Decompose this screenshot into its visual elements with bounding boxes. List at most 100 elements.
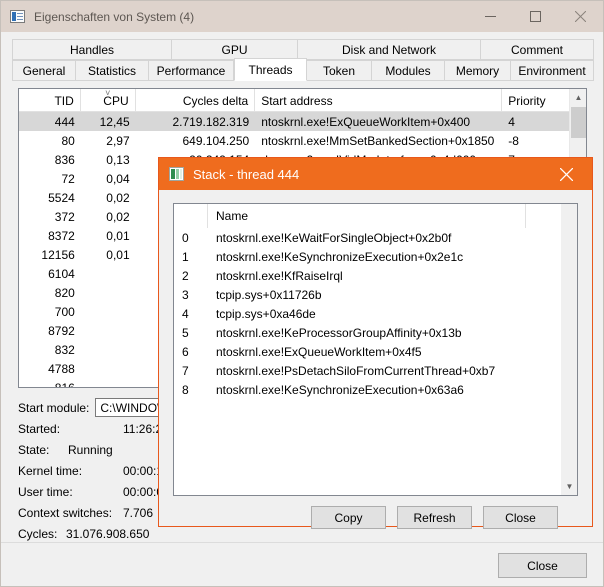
stack-frame-index: 2	[182, 268, 189, 283]
kernel-time-label: Kernel time:	[18, 463, 83, 478]
cell-tid: 444	[54, 114, 75, 129]
close-button[interactable]: Close	[498, 553, 587, 578]
tab-row-lower: General Statistics Performance Threads T…	[12, 58, 594, 81]
tab-environment[interactable]: Environment	[511, 60, 594, 81]
table-row[interactable]: 80 2,97 649.104.250 ntoskrnl.exe!MmSetBanke…	[19, 131, 586, 150]
stack-frame-row[interactable]: 6 ntoskrnl.exe!ExQueueWorkItem+0x4f5	[174, 342, 576, 361]
tab-token[interactable]: Token	[307, 60, 372, 81]
cell-tid: 372	[54, 209, 75, 224]
stack-frame-name: ntoskrnl.exe!ExQueueWorkItem+0x4f5	[216, 344, 422, 359]
dialog-close-button[interactable]: Close	[483, 506, 558, 529]
window-controls	[468, 1, 603, 32]
cell-tid: 72	[61, 171, 75, 186]
tab-strip: Handles GPU Disk and Network Comment Gen…	[12, 39, 594, 81]
state-label: State:	[18, 442, 50, 457]
user-time-label: User time:	[18, 484, 73, 499]
stack-frame-name: ntoskrnl.exe!KeWaitForSingleObject+0x2b0…	[216, 230, 452, 245]
stack-list-body: 0 ntoskrnl.exe!KeWaitForSingleObject+0x2b…	[174, 228, 576, 399]
cell-cpu: 12,45	[99, 114, 130, 129]
stack-frame-row[interactable]: 8 ntoskrnl.exe!KeSynchronizeExecution+0x6…	[174, 380, 576, 399]
cell-tid: 700	[54, 304, 75, 319]
stack-frame-row[interactable]: 1 ntoskrnl.exe!KeSynchronizeExecution+0x2…	[174, 247, 576, 266]
cell-tid: 8792	[48, 323, 75, 338]
minimize-button[interactable]	[468, 1, 513, 32]
stack-frame-row[interactable]: 5 ntoskrnl.exe!KeProcessorGroupAffinity+0…	[174, 323, 576, 342]
stack-list-header: Name	[174, 204, 576, 228]
properties-window: Eigenschaften von System (4) Handles GPU…	[0, 0, 604, 587]
cycles-value: 31.076.908.650	[66, 526, 150, 541]
scroll-up-icon[interactable]: ▲	[570, 89, 586, 106]
stack-frame-index: 8	[182, 382, 189, 397]
tab-handles[interactable]: Handles	[12, 39, 172, 60]
stack-frame-row[interactable]: 2 ntoskrnl.exe!KfRaiseIrql	[174, 266, 576, 285]
cell-cpu: 0,01	[106, 247, 130, 262]
stack-scroll-down-icon[interactable]: ▼	[561, 478, 578, 495]
stack-frame-name: tcpip.sys+0x11726b	[216, 287, 322, 302]
cell-tid: 820	[54, 285, 75, 300]
stack-frame-list[interactable]: Name 0 ntoskrnl.exe!KeWaitForSingleObject…	[173, 203, 577, 496]
stack-frame-row[interactable]: 7 ntoskrnl.exe!PsDetachSiloFromCurrentThr…	[174, 361, 576, 380]
cell-cpu: 0,02	[106, 190, 130, 205]
cell-cpu: 0,13	[106, 152, 130, 167]
scrollbar-thumb[interactable]	[571, 107, 586, 138]
stack-frame-index: 3	[182, 287, 189, 302]
stack-frame-row[interactable]: 0 ntoskrnl.exe!KeWaitForSingleObject+0x2b…	[174, 228, 576, 247]
cell-tid: 6104	[48, 266, 75, 281]
cell-cpu: 0,01	[106, 228, 130, 243]
stack-frame-row[interactable]: 3 tcpip.sys+0x11726b	[174, 285, 576, 304]
stack-icon	[169, 167, 184, 181]
window-titlebar: Eigenschaften von System (4)	[1, 1, 603, 32]
start-module-label: Start module:	[18, 400, 90, 415]
cell-address: ntoskrnl.exe!MmSetBankedSection+0x1850	[261, 133, 495, 148]
dialog-close-icon[interactable]	[548, 158, 584, 190]
cell-tid: 80	[61, 133, 75, 148]
column-header-tid[interactable]: TID	[19, 89, 81, 112]
context-switches-label: Context switches:	[18, 505, 113, 520]
cell-tid: 5524	[48, 190, 75, 205]
close-icon[interactable]	[558, 1, 603, 32]
column-header-start-address[interactable]: Start address	[255, 89, 503, 112]
stack-frame-index: 1	[182, 249, 189, 264]
cell-tid: 4788	[48, 361, 75, 376]
tab-comment[interactable]: Comment	[481, 39, 594, 60]
tab-performance[interactable]: Performance	[149, 60, 234, 81]
stack-frame-index: 5	[182, 325, 189, 340]
column-header-cpu[interactable]: ˅ CPU	[81, 89, 136, 112]
properties-icon	[10, 9, 26, 25]
started-value: 11:26:2	[123, 421, 163, 436]
stack-list-scrollbar[interactable]: ▼	[561, 203, 578, 496]
cell-tid: 816	[54, 380, 75, 388]
cell-tid: 836	[54, 152, 75, 167]
cell-tid: 8372	[48, 228, 75, 243]
refresh-button[interactable]: Refresh	[397, 506, 472, 529]
stack-frame-name: ntoskrnl.exe!KfRaiseIrql	[216, 268, 343, 283]
tab-disk-and-network[interactable]: Disk and Network	[298, 39, 481, 60]
context-switches-value: 7.706	[123, 505, 154, 520]
tab-modules[interactable]: Modules	[372, 60, 445, 81]
stack-frame-name: tcpip.sys+0xa46de	[216, 306, 316, 321]
copy-button[interactable]: Copy	[311, 506, 386, 529]
cycles-label: Cycles:	[18, 526, 58, 541]
stack-frame-index: 0	[182, 230, 189, 245]
cell-address: ntoskrnl.exe!ExQueueWorkItem+0x400	[261, 114, 471, 129]
cell-cpu: 0,04	[106, 171, 130, 186]
dialog-title: Stack - thread 444	[193, 166, 300, 182]
cell-tid: 832	[54, 342, 75, 357]
tab-general[interactable]: General	[12, 60, 76, 81]
stack-frame-index: 6	[182, 344, 189, 359]
column-header-name[interactable]: Name	[208, 204, 526, 228]
cell-cycles: 2.719.182.319	[172, 114, 250, 129]
stack-frame-index: 7	[182, 363, 189, 378]
tab-threads[interactable]: Threads	[234, 58, 307, 81]
column-header-index	[174, 204, 208, 228]
tab-statistics[interactable]: Statistics	[76, 60, 149, 81]
stack-frame-row[interactable]: 4 tcpip.sys+0xa46de	[174, 304, 576, 323]
tab-memory[interactable]: Memory	[445, 60, 511, 81]
dialog-titlebar: Stack - thread 444	[159, 158, 592, 190]
cell-tid: 12156	[41, 247, 75, 262]
window-title: Eigenschaften von System (4)	[34, 9, 195, 24]
tab-gpu[interactable]: GPU	[172, 39, 298, 60]
table-row[interactable]: 444 12,45 2.719.182.319 ntoskrnl.exe!ExQueu…	[19, 112, 586, 131]
maximize-button[interactable]	[513, 1, 558, 32]
column-header-cycles-delta[interactable]: Cycles delta	[136, 89, 256, 112]
